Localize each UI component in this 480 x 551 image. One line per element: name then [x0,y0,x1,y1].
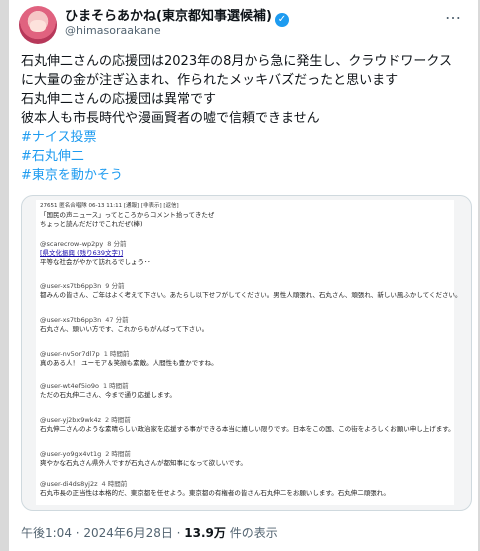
comment-item: @user-yj2bx9wk4z 2 時間前 石丸伸二さんのような素晴らしい政治家… [40,416,455,434]
comment-time: 4 時間前 [101,480,128,488]
tweet-line: 彼本人も市長時代や漫画賢者の嘘で信頼できません [21,111,320,126]
comment-text: ただの石丸伸二さん、今まで通り応援します。 [40,391,176,399]
comment-item: @user-wt4ef5io9o 1 時間前 ただの石丸伸二さん、今まで通り応援し… [40,382,176,400]
comment-user: @user-yj2bx9wk4z [40,416,102,424]
comment-item: @user-di4ds8yj2z 4 時間前 石丸市長の正当性は本格的だ、東京都を… [40,480,390,498]
hashtag-link[interactable]: #ナイス投票 [21,128,467,147]
comment-time: 2 時間前 [105,450,131,458]
comment-time: 8 分前 [107,240,127,248]
tweet-line: 石丸伸二さんの応援団は2023年の8月から急に発生し、クラウドワークス [21,54,452,69]
comment-user: @user-di4ds8yj2z [40,480,98,488]
comment-user: @user-xs7tb6pp3n [40,282,102,290]
comment-time: 1 時間前 [103,350,130,358]
comment-time: 47 分前 [105,316,129,324]
hashtag-link[interactable]: #東京を動かそう [21,166,467,185]
intro-line: ちょっと読んだだけでこれだぜ(棒) [40,220,143,228]
comment-item: @user-xs7tb6pp3n 9 分前 都みんの皆さん、ご年はよく考えて下さい… [40,282,462,300]
hashtag-link[interactable]: #石丸伸二 [21,147,467,166]
comment-user: @user-nv5or7dl7p [40,350,100,358]
comment-user: @user-wt4ef5io9o [40,382,99,390]
verified-badge-icon: ✓ [274,13,289,27]
tweet-meta: 午後1:04 · 2024年6月28日 · 13.9万 件の表示 [21,524,278,541]
tweet-text: 石丸伸二さんの応援団は2023年の8月から急に発生し、クラウドワークス に大量の… [21,52,467,185]
comment-user: @scarecrow-wp2py [40,240,104,248]
attached-image[interactable]: 27651 匿名合唱隊 06-13 11:11 [通報] [非表示] [返信] … [21,195,472,511]
tweet-header: ひまそらあかね(東京都知事選候補) ✓ @himasoraakane … [9,0,478,46]
comment-time: 2 時間前 [105,416,131,424]
comment-item: @user-nv5or7dl7p 1 時間前 真のある人！ ユーモア＆笑顔も素敵。… [40,350,218,368]
display-name-text[interactable]: ひまそらあかね(東京都知事選候補) [65,9,272,24]
thread-intro: 「国民の声ニュース」ってところからコメント拾ってきたぜ ちょっと読んだだけでこれ… [40,211,214,229]
tweet-timestamp[interactable]: 午後1:04 · 2024年6月28日 · [21,526,184,540]
comment-text: 石丸市長の正当性は本格的だ、東京都を任せよう。東京都の有権者の皆さん石丸伸二をお… [40,489,390,497]
comment-text: 石丸伸二さんのような素晴らしい政治家を応援する事ができる本当に嬉しい限りです。日… [40,425,455,433]
comment-item: @user-xs7tb6pp3n 47 分前 石丸さん、頭いい方です、これからもが… [40,316,208,334]
comment-user: @user-yo9gx4vt1g [40,450,102,458]
thread-header: 27651 匿名合唱隊 06-13 11:11 [通報] [非表示] [返信] [40,203,179,209]
more-options-icon[interactable]: … [445,4,462,23]
views-label: 件の表示 [225,526,278,540]
comment-link: [県文化振興 (残り639文字)] [40,249,124,257]
comment-text: 石丸さん、頭いい方です、これからもがんばって下さい。 [40,325,209,333]
comment-time: 1 時間前 [102,382,129,390]
comment-text: 平等な社会がやかて訪れるでしょう･･ [40,258,151,266]
comment-text: 爽やかな石丸さん県外人ですが石丸さんが都知事になって欲しいです。 [40,459,247,467]
comment-user: @user-xs7tb6pp3n [40,316,102,324]
view-count: 13.9万 [184,526,226,540]
tweet-line: 石丸伸二さんの応援団は異常です [21,92,217,107]
avatar[interactable] [19,6,57,44]
tweet-line: に大量の金が注ぎ込まれ、作られたメッキバズだったと思います [21,73,399,88]
comment-item: @scarecrow-wp2py 8 分前 [県文化振興 (残り639文字)] 平… [40,240,151,267]
comment-text: 都みんの皆さん、ご年はよく考えて下さい。あたらし以下せフがしてください。男性人頑… [40,291,462,299]
comment-time: 9 分前 [105,282,125,290]
comment-text: 真のある人！ ユーモア＆笑顔も素敵。人間性も豊かですね。 [40,359,218,367]
user-handle[interactable]: @himasoraakane [65,24,161,37]
comment-item: @user-yo9gx4vt1g 2 時間前 爽やかな石丸さん県外人ですが石丸さん… [40,450,247,468]
intro-line: 「国民の声ニュース」ってところからコメント拾ってきたぜ [40,211,215,219]
screenshot-sheet: 27651 匿名合唱隊 06-13 11:11 [通報] [非表示] [返信] … [36,200,462,505]
tweet-card: ひまそらあかね(東京都知事選候補) ✓ @himasoraakane … 石丸伸二… [9,0,478,551]
